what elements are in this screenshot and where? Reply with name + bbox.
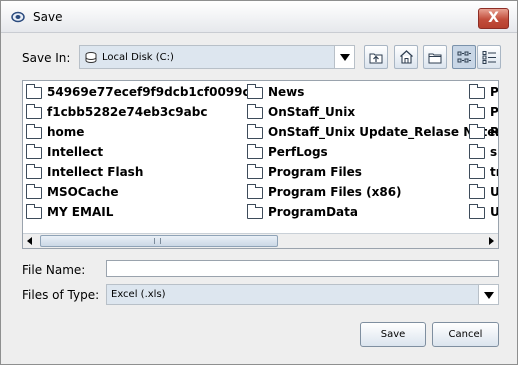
folder-icon	[26, 104, 42, 119]
list-view-icon	[457, 51, 471, 63]
scroll-left-icon[interactable]	[23, 234, 37, 248]
list-view-button[interactable]	[452, 45, 476, 69]
app-icon	[11, 11, 25, 23]
list-item[interactable]: Ur	[469, 203, 498, 223]
drive-icon	[85, 52, 97, 63]
files-of-type-dropdown[interactable]: Excel (.xls)	[106, 284, 499, 305]
list-item[interactable]: MSOCache	[26, 183, 236, 203]
list-item[interactable]: News	[247, 83, 469, 103]
list-item[interactable]: Pr	[469, 83, 498, 103]
chevron-down-icon[interactable]	[478, 285, 498, 304]
new-folder-icon	[428, 53, 442, 64]
list-item[interactable]: Program Files	[247, 163, 469, 183]
save-in-label: Save In:	[22, 51, 71, 65]
list-item[interactable]: tm	[469, 163, 498, 183]
file-name-label: File Name:	[22, 263, 86, 277]
folder-icon	[247, 204, 263, 219]
folder-icon	[26, 144, 42, 159]
folder-icon	[26, 124, 42, 139]
list-item[interactable]: OnStaff_Unix Update_Relase Notes	[247, 123, 498, 143]
home-button[interactable]	[394, 45, 418, 69]
file-name-field[interactable]	[106, 260, 499, 277]
scrollbar-thumb[interactable]	[40, 235, 278, 247]
folder-icon	[26, 184, 42, 199]
list-item[interactable]: f1cbb5282e74eb3c9abc	[26, 103, 236, 123]
files-of-type-label: Files of Type:	[22, 288, 100, 302]
up-one-level-button[interactable]	[364, 45, 388, 69]
chevron-down-icon[interactable]	[334, 46, 354, 68]
folder-icon	[469, 144, 485, 159]
folder-icon	[247, 164, 263, 179]
list-item[interactable]: Program Files (x86)	[247, 183, 469, 203]
file-list[interactable]: 54969e77ecef9f9dcb1cf0099c f1cbb5282e74e…	[22, 80, 499, 249]
close-icon: X	[488, 10, 499, 26]
folder-icon	[469, 204, 485, 219]
folder-icon	[247, 144, 263, 159]
folder-icon	[469, 164, 485, 179]
list-item[interactable]: Intellect Flash	[26, 163, 236, 183]
home-icon	[400, 50, 413, 64]
list-item[interactable]: Ur	[469, 183, 498, 203]
save-button[interactable]: Save	[360, 322, 426, 347]
details-view-icon	[482, 51, 496, 64]
new-folder-button[interactable]	[423, 45, 447, 69]
folder-icon	[469, 124, 485, 139]
folder-icon	[469, 84, 485, 99]
list-item[interactable]: Ra	[469, 123, 498, 143]
horizontal-scrollbar[interactable]	[23, 233, 498, 248]
list-item[interactable]: home	[26, 123, 236, 143]
save-in-dropdown[interactable]: Local Disk (C:)	[79, 45, 355, 69]
list-item[interactable]: Pr	[469, 103, 498, 123]
folder-icon	[247, 84, 263, 99]
list-item[interactable]: PerfLogs	[247, 143, 469, 163]
folder-icon	[26, 204, 42, 219]
list-item[interactable]: MY EMAIL	[26, 203, 236, 223]
grip-icon	[154, 238, 161, 244]
folder-icon	[469, 184, 485, 199]
folder-icon	[247, 124, 263, 139]
save-dialog: Save X Save In: Local Disk (C:) 54969e77…	[0, 0, 518, 365]
list-item[interactable]: 54969e77ecef9f9dcb1cf0099c	[26, 83, 250, 103]
list-item[interactable]: ProgramData	[247, 203, 469, 223]
list-item[interactable]: sr	[469, 143, 498, 163]
list-item[interactable]: OnStaff_Unix	[247, 103, 469, 123]
folder-icon	[247, 184, 263, 199]
list-item[interactable]: Intellect	[26, 143, 236, 163]
up-one-level-icon	[369, 53, 383, 64]
save-in-value: Local Disk (C:)	[102, 52, 174, 63]
window-title: Save	[33, 10, 63, 24]
close-button[interactable]: X	[478, 8, 509, 29]
folder-icon	[247, 104, 263, 119]
folder-icon	[26, 164, 42, 179]
folder-icon	[26, 84, 42, 99]
scroll-right-icon[interactable]	[484, 234, 498, 248]
title-bar: Save X	[1, 1, 517, 33]
cancel-button[interactable]: Cancel	[432, 322, 499, 347]
folder-icon	[469, 104, 485, 119]
files-of-type-value: Excel (.xls)	[111, 289, 166, 300]
details-view-button[interactable]	[477, 45, 501, 69]
